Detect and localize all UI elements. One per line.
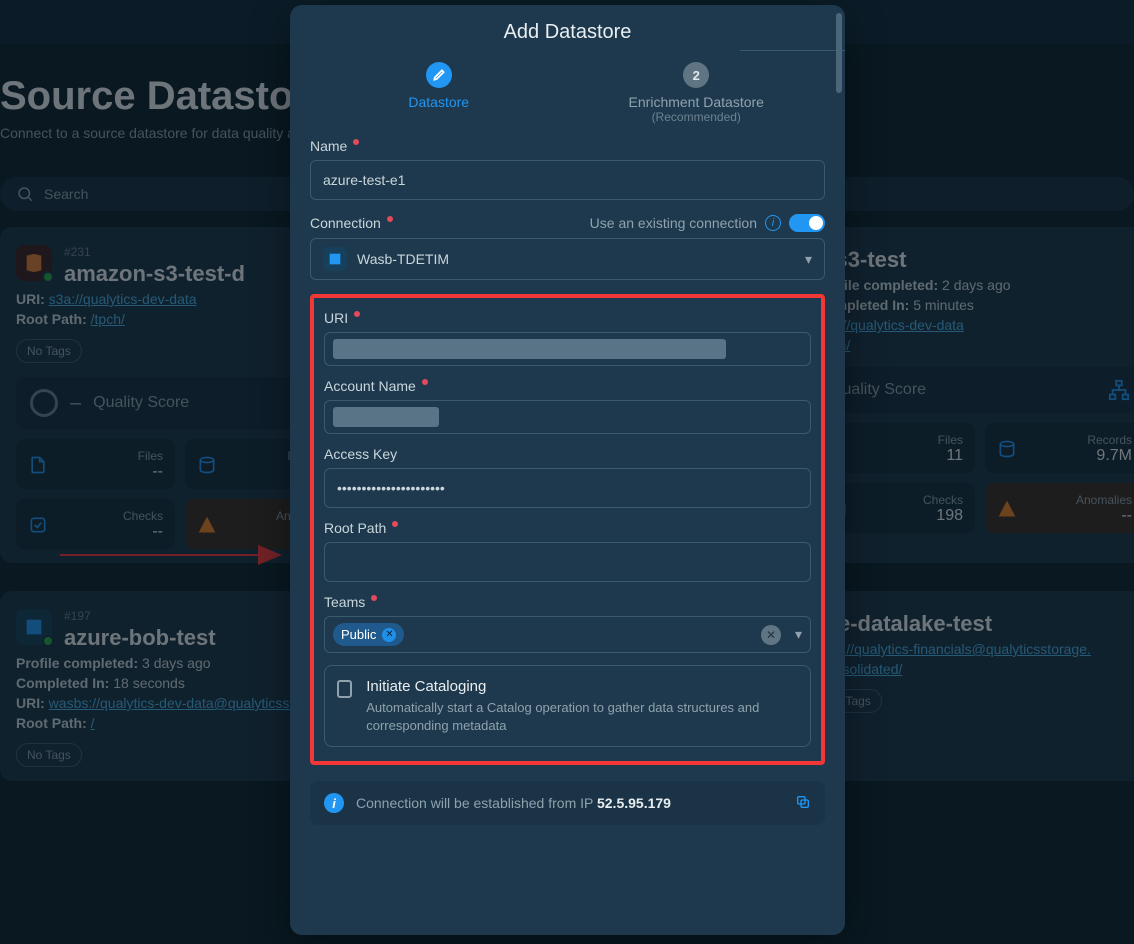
initiate-catalog-title: Initiate Cataloging xyxy=(366,678,798,695)
stepper: Datastore 2 Enrichment Datastore (Recomm… xyxy=(310,62,825,124)
clear-chips-icon[interactable]: ✕ xyxy=(761,625,781,645)
teams-select[interactable]: Public✕ ✕ ▾ xyxy=(324,616,811,653)
ip-info-banner: i Connection will be established from IP… xyxy=(310,781,825,825)
required-dot xyxy=(353,139,359,145)
initiate-catalog-option[interactable]: Initiate Cataloging Automatically start … xyxy=(324,665,811,747)
info-icon[interactable]: i xyxy=(765,215,781,231)
uri-input[interactable]: wasbs://■■■■■■■■■■■■■■■■■■■■■■■■■■■■■■ xyxy=(324,332,811,366)
initiate-catalog-desc: Automatically start a Catalog operation … xyxy=(366,699,798,734)
info-icon: i xyxy=(324,793,344,813)
chevron-down-icon: ▾ xyxy=(795,626,802,643)
remove-chip-icon[interactable]: ✕ xyxy=(382,628,396,642)
required-dot xyxy=(371,595,377,601)
modal-title: Add Datastore xyxy=(310,21,825,44)
connection-label: Connection xyxy=(310,215,381,231)
add-datastore-modal: Add Datastore Datastore 2 Enrichment Dat… xyxy=(290,5,845,935)
initiate-catalog-checkbox[interactable] xyxy=(337,680,352,698)
chevron-down-icon: ▾ xyxy=(805,251,812,268)
team-chip-public[interactable]: Public✕ xyxy=(333,623,404,646)
ip-address: 52.5.95.179 xyxy=(597,795,671,811)
step-enrichment[interactable]: 2 Enrichment Datastore (Recommended) xyxy=(568,62,826,124)
connection-type-icon xyxy=(323,247,347,271)
required-dot xyxy=(392,521,398,527)
uri-label: URI xyxy=(324,310,348,326)
name-input[interactable] xyxy=(310,160,825,200)
root-path-input[interactable] xyxy=(324,542,811,582)
step-datastore[interactable]: Datastore xyxy=(310,62,568,110)
access-key-label: Access Key xyxy=(324,446,397,462)
highlighted-section: URI wasbs://■■■■■■■■■■■■■■■■■■■■■■■■■■■■… xyxy=(310,294,825,765)
required-dot xyxy=(422,379,428,385)
copy-ip-icon[interactable] xyxy=(795,794,811,813)
name-label: Name xyxy=(310,138,347,154)
use-existing-toggle[interactable] xyxy=(789,214,825,232)
account-name-input[interactable]: ■■■■■■■■■ xyxy=(324,400,811,434)
access-key-input[interactable] xyxy=(324,468,811,508)
required-dot xyxy=(354,311,360,317)
root-path-label: Root Path xyxy=(324,520,386,536)
teams-label: Teams xyxy=(324,594,365,610)
connection-select[interactable]: Wasb-TDETIM ▾ xyxy=(310,238,825,280)
account-name-label: Account Name xyxy=(324,378,416,394)
pencil-icon xyxy=(432,68,446,82)
use-existing-label: Use an existing connection xyxy=(590,215,757,231)
required-dot xyxy=(387,216,393,222)
